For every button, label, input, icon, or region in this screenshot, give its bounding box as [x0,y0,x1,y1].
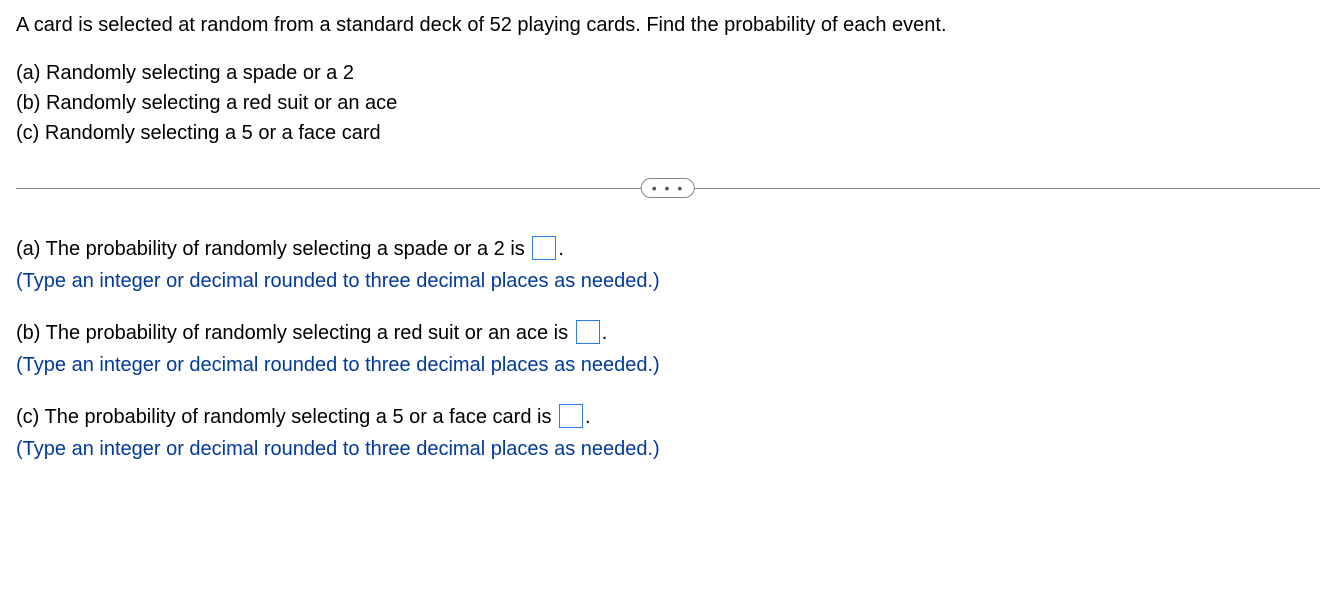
answer-c-input[interactable] [559,404,583,428]
answer-a-suffix: . [558,238,564,260]
answer-b-prefix: (b) The probability of randomly selectin… [16,322,574,344]
question-parts-list: (a) Randomly selecting a spade or a 2 (b… [16,58,1320,148]
answer-c-prefix: (c) The probability of randomly selectin… [16,406,557,428]
answer-a-prefix: (a) The probability of randomly selectin… [16,238,530,260]
answer-c-hint: (Type an integer or decimal rounded to t… [16,434,1320,464]
answer-block-c: (c) The probability of randomly selectin… [16,402,1320,464]
answer-b-input[interactable] [576,320,600,344]
answer-block-a: (a) The probability of randomly selectin… [16,234,1320,296]
section-divider: • • • [16,176,1320,200]
answer-line-a: (a) The probability of randomly selectin… [16,234,1320,264]
answer-line-c: (c) The probability of randomly selectin… [16,402,1320,432]
answer-c-suffix: . [585,406,591,428]
answer-b-suffix: . [602,322,608,344]
answer-line-b: (b) The probability of randomly selectin… [16,318,1320,348]
answer-b-hint: (Type an integer or decimal rounded to t… [16,350,1320,380]
answer-block-b: (b) The probability of randomly selectin… [16,318,1320,380]
question-part-c: (c) Randomly selecting a 5 or a face car… [16,118,1320,148]
answer-a-input[interactable] [532,236,556,260]
question-intro: A card is selected at random from a stan… [16,10,1320,40]
question-part-b: (b) Randomly selecting a red suit or an … [16,88,1320,118]
question-part-a: (a) Randomly selecting a spade or a 2 [16,58,1320,88]
answer-a-hint: (Type an integer or decimal rounded to t… [16,266,1320,296]
expand-pill-button[interactable]: • • • [641,178,695,198]
